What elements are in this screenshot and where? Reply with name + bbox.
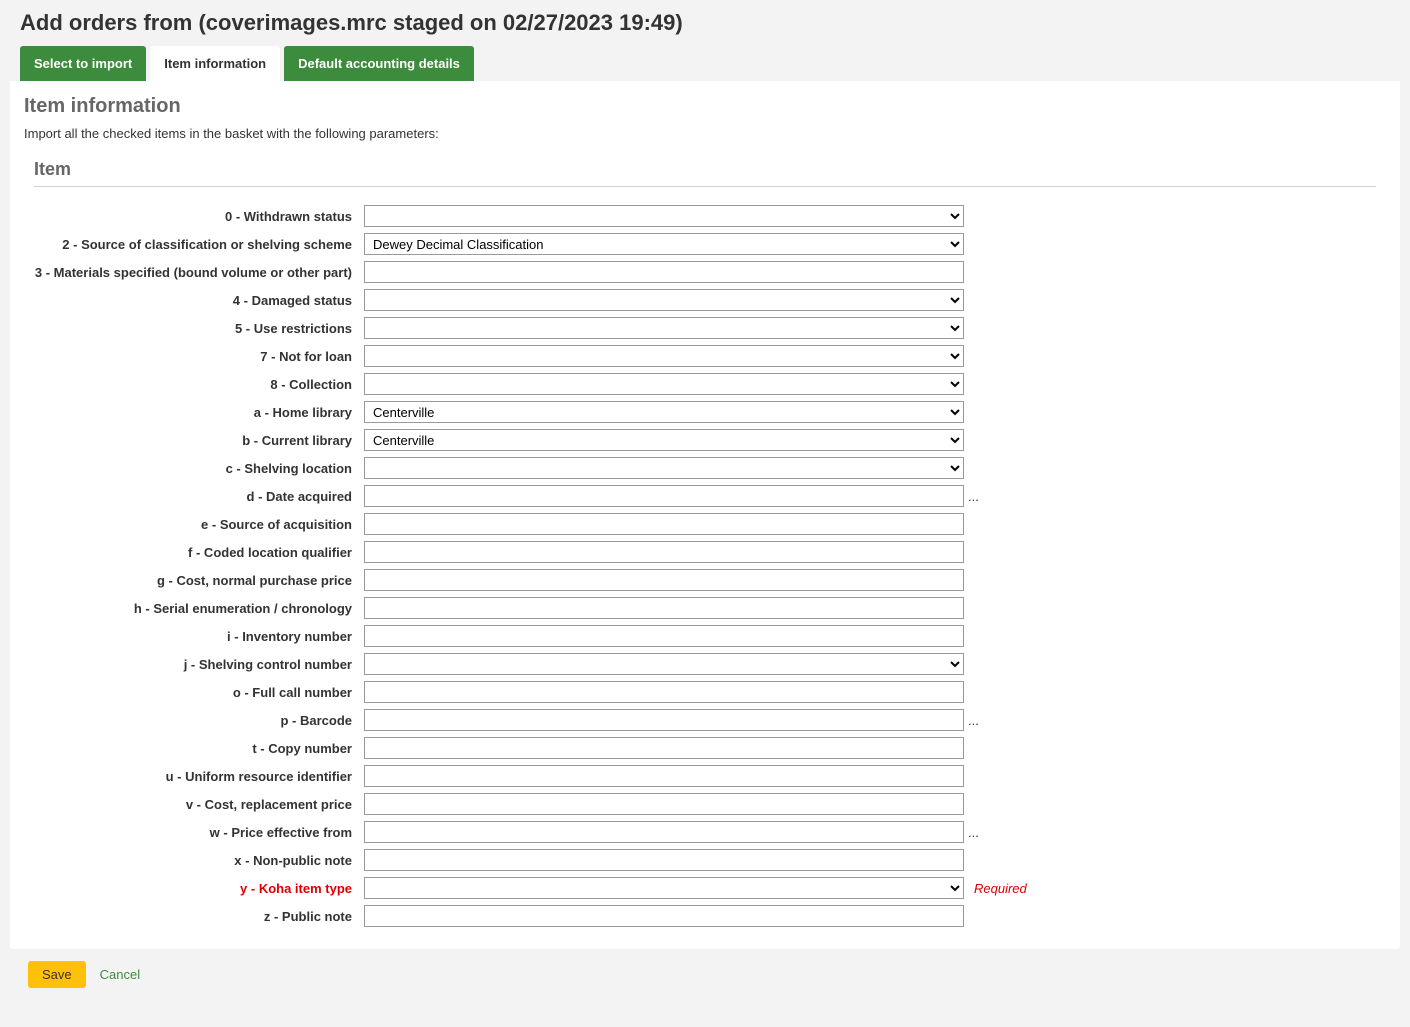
field-row-d: d - Date acquired... — [34, 485, 1376, 507]
field-label-f: f - Coded location qualifier — [34, 545, 364, 560]
field-row-x: x - Non-public note — [34, 849, 1376, 871]
panel-description: Import all the checked items in the bask… — [24, 126, 1386, 141]
field-label-4: 4 - Damaged status — [34, 293, 364, 308]
field-label-w: w - Price effective from — [34, 825, 364, 840]
field-label-i: i - Inventory number — [34, 629, 364, 644]
field-row-0: 0 - Withdrawn status — [34, 205, 1376, 227]
field-input-e[interactable] — [364, 513, 964, 535]
field-input-b[interactable]: Centerville — [364, 429, 964, 451]
field-row-v: v - Cost, replacement price — [34, 793, 1376, 815]
field-input-4[interactable] — [364, 289, 964, 311]
field-row-g: g - Cost, normal purchase price — [34, 569, 1376, 591]
field-input-d[interactable] — [364, 485, 964, 507]
field-row-3: 3 - Materials specified (bound volume or… — [34, 261, 1376, 283]
field-input-z[interactable] — [364, 905, 964, 927]
item-form: 0 - Withdrawn status 2 - Source of classi… — [34, 205, 1376, 927]
field-label-x: x - Non-public note — [34, 853, 364, 868]
field-row-h: h - Serial enumeration / chronology — [34, 597, 1376, 619]
field-row-c: c - Shelving location — [34, 457, 1376, 479]
field-label-3: 3 - Materials specified (bound volume or… — [34, 265, 364, 280]
field-input-a[interactable]: Centerville — [364, 401, 964, 423]
field-label-u: u - Uniform resource identifier — [34, 769, 364, 784]
field-label-0: 0 - Withdrawn status — [34, 209, 364, 224]
field-input-p[interactable] — [364, 709, 964, 731]
field-row-t: t - Copy number — [34, 737, 1376, 759]
ellipsis-icon[interactable]: ... — [964, 489, 979, 504]
field-label-z: z - Public note — [34, 909, 364, 924]
field-row-2: 2 - Source of classification or shelving… — [34, 233, 1376, 255]
field-row-i: i - Inventory number — [34, 625, 1376, 647]
field-label-y: y - Koha item type — [34, 881, 364, 896]
field-row-f: f - Coded location qualifier — [34, 541, 1376, 563]
field-input-2[interactable]: Dewey Decimal Classification — [364, 233, 964, 255]
field-label-j: j - Shelving control number — [34, 657, 364, 672]
field-label-d: d - Date acquired — [34, 489, 364, 504]
tab-accounting[interactable]: Default accounting details — [284, 46, 474, 81]
field-input-y[interactable] — [364, 877, 964, 899]
field-label-7: 7 - Not for loan — [34, 349, 364, 364]
field-row-e: e - Source of acquisition — [34, 513, 1376, 535]
field-label-e: e - Source of acquisition — [34, 517, 364, 532]
field-row-u: u - Uniform resource identifier — [34, 765, 1376, 787]
field-row-w: w - Price effective from... — [34, 821, 1376, 843]
fieldset-legend: Item — [34, 159, 1376, 187]
field-input-3[interactable] — [364, 261, 964, 283]
field-input-c[interactable] — [364, 457, 964, 479]
field-label-h: h - Serial enumeration / chronology — [34, 601, 364, 616]
field-input-u[interactable] — [364, 765, 964, 787]
field-row-o: o - Full call number — [34, 681, 1376, 703]
tabs: Select to importItem informationDefault … — [10, 46, 1400, 81]
field-input-0[interactable] — [364, 205, 964, 227]
field-label-a: a - Home library — [34, 405, 364, 420]
field-label-2: 2 - Source of classification or shelving… — [34, 237, 364, 252]
field-row-p: p - Barcode... — [34, 709, 1376, 731]
ellipsis-icon[interactable]: ... — [964, 825, 979, 840]
tab-item[interactable]: Item information — [150, 46, 280, 81]
field-label-b: b - Current library — [34, 433, 364, 448]
field-label-v: v - Cost, replacement price — [34, 797, 364, 812]
field-input-o[interactable] — [364, 681, 964, 703]
item-info-panel: Item information Import all the checked … — [10, 81, 1400, 949]
field-row-y: y - Koha item type Required — [34, 877, 1376, 899]
field-label-8: 8 - Collection — [34, 377, 364, 392]
field-row-a: a - Home libraryCenterville — [34, 401, 1376, 423]
field-input-j[interactable] — [364, 653, 964, 675]
save-button[interactable]: Save — [28, 961, 86, 988]
panel-heading: Item information — [24, 95, 1386, 118]
ellipsis-icon[interactable]: ... — [964, 713, 979, 728]
field-input-w[interactable] — [364, 821, 964, 843]
field-row-z: z - Public note — [34, 905, 1376, 927]
cancel-link[interactable]: Cancel — [100, 967, 140, 982]
field-input-5[interactable] — [364, 317, 964, 339]
field-row-8: 8 - Collection — [34, 373, 1376, 395]
field-input-7[interactable] — [364, 345, 964, 367]
field-input-v[interactable] — [364, 793, 964, 815]
field-input-8[interactable] — [364, 373, 964, 395]
field-label-o: o - Full call number — [34, 685, 364, 700]
field-input-x[interactable] — [364, 849, 964, 871]
field-input-t[interactable] — [364, 737, 964, 759]
field-input-g[interactable] — [364, 569, 964, 591]
field-row-j: j - Shelving control number — [34, 653, 1376, 675]
field-row-b: b - Current libraryCenterville — [34, 429, 1376, 451]
footer-actions: Save Cancel — [10, 949, 1400, 1000]
page-title: Add orders from (coverimages.mrc staged … — [10, 0, 1400, 46]
field-input-f[interactable] — [364, 541, 964, 563]
field-input-i[interactable] — [364, 625, 964, 647]
field-row-4: 4 - Damaged status — [34, 289, 1376, 311]
required-hint: Required — [964, 881, 1027, 896]
field-input-h[interactable] — [364, 597, 964, 619]
field-row-7: 7 - Not for loan — [34, 345, 1376, 367]
field-label-p: p - Barcode — [34, 713, 364, 728]
field-label-c: c - Shelving location — [34, 461, 364, 476]
tab-select[interactable]: Select to import — [20, 46, 146, 81]
field-label-5: 5 - Use restrictions — [34, 321, 364, 336]
field-label-t: t - Copy number — [34, 741, 364, 756]
field-label-g: g - Cost, normal purchase price — [34, 573, 364, 588]
field-row-5: 5 - Use restrictions — [34, 317, 1376, 339]
